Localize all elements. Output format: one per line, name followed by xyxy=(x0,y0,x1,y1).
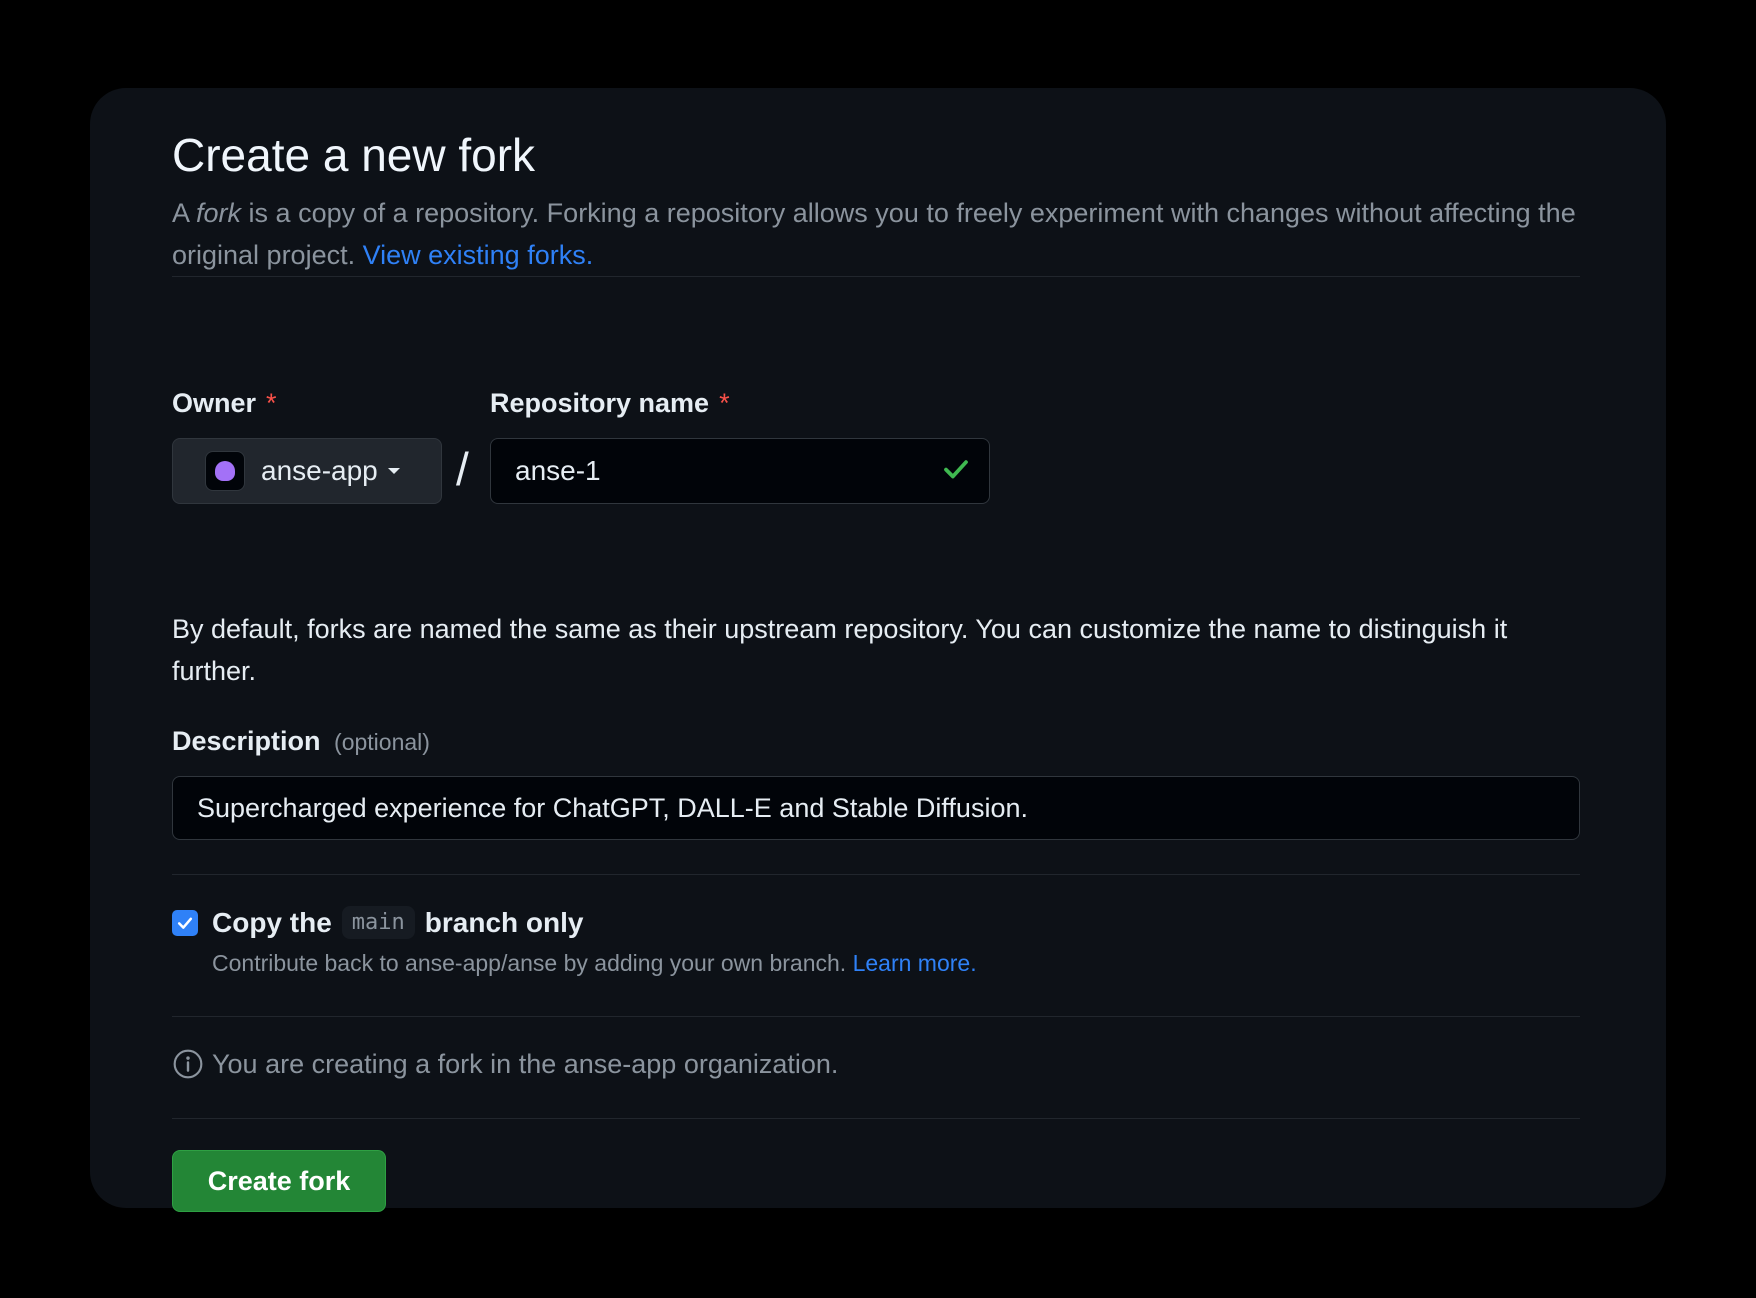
page-subtitle: A fork is a copy of a repository. Forkin… xyxy=(172,192,1580,276)
owner-label: Owner * xyxy=(172,388,277,419)
required-mark: * xyxy=(719,388,730,418)
page-title: Create a new fork xyxy=(172,129,536,181)
copy-branch-label-b: branch only xyxy=(424,906,584,938)
repository-name-value: anse-1 xyxy=(515,455,601,486)
view-existing-forks-link[interactable]: View existing forks. xyxy=(363,240,594,270)
check-valid-icon xyxy=(941,454,971,489)
create-fork-button[interactable]: Create fork xyxy=(172,1150,386,1212)
owner-repo-separator: / xyxy=(456,443,469,495)
description-label: Description (optional) xyxy=(172,726,430,757)
section-divider xyxy=(172,1016,1580,1017)
copy-branch-help-text: Contribute back to anse-app/anse by addi… xyxy=(212,950,853,976)
organization-info-text: You are creating a fork in the anse-app … xyxy=(212,1048,839,1079)
learn-more-link[interactable]: Learn more. xyxy=(853,950,977,976)
description-input[interactable]: Supercharged experience for ChatGPT, DAL… xyxy=(172,776,1580,840)
optional-tag: (optional) xyxy=(334,729,430,755)
description-label-text: Description xyxy=(172,726,321,756)
chevron-down-icon xyxy=(387,468,400,474)
copy-branch-label[interactable]: Copy the main branch only xyxy=(212,906,583,939)
repository-name-help: By default, forks are named the same as … xyxy=(172,614,1508,686)
avatar-logo-icon xyxy=(215,461,235,481)
subtitle-text: A xyxy=(172,198,197,228)
copy-branch-help: Contribute back to anse-app/anse by addi… xyxy=(212,950,977,977)
owner-select[interactable]: anse-app xyxy=(172,438,442,504)
info-icon xyxy=(172,1048,204,1080)
required-mark: * xyxy=(266,388,277,418)
repository-name-label-text: Repository name xyxy=(490,388,710,418)
header-divider xyxy=(172,276,1580,277)
checkmark-icon xyxy=(177,917,193,929)
branch-name-code: main xyxy=(341,906,415,939)
subtitle-fork-term: fork xyxy=(196,198,242,228)
copy-branch-label-a: Copy the xyxy=(212,906,332,938)
repository-name-input[interactable]: anse-1 xyxy=(490,438,990,504)
owner-avatar xyxy=(205,451,245,491)
description-value: Supercharged experience for ChatGPT, DAL… xyxy=(197,792,1028,823)
repository-name-label: Repository name * xyxy=(490,388,730,419)
fork-dialog-card: Create a new fork A fork is a copy of a … xyxy=(90,88,1666,1212)
footer-divider xyxy=(172,1118,1580,1119)
copy-main-branch-checkbox[interactable] xyxy=(172,910,198,936)
owner-label-text: Owner xyxy=(172,388,257,418)
owner-value: anse-app xyxy=(261,455,378,486)
section-divider xyxy=(172,874,1580,875)
organization-info: You are creating a fork in the anse-app … xyxy=(172,1048,838,1080)
